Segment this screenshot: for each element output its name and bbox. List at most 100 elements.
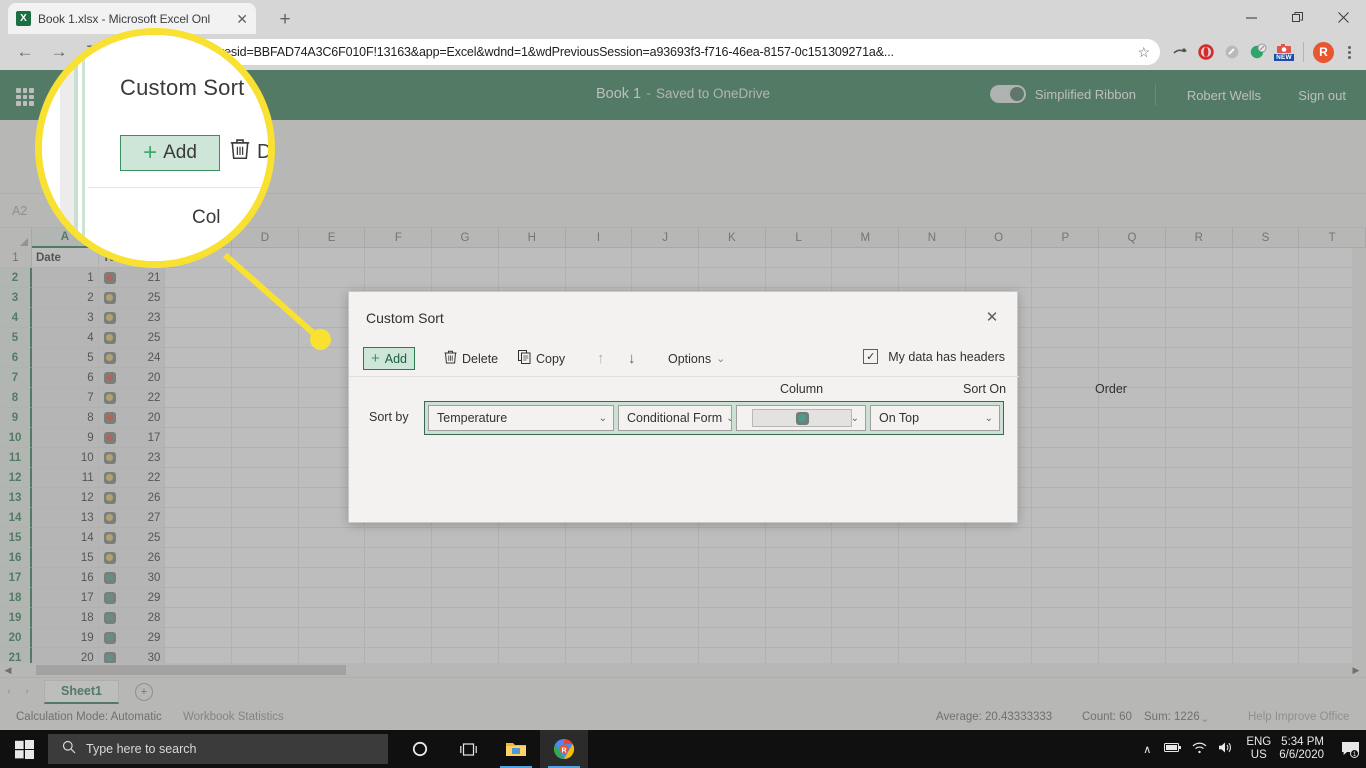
profile-avatar[interactable]: R: [1313, 41, 1334, 63]
cell-Q15[interactable]: [1099, 528, 1166, 548]
cell-C6[interactable]: [165, 348, 233, 368]
cell-D6[interactable]: [232, 348, 299, 368]
cell-Q13[interactable]: [1099, 488, 1166, 508]
back-icon[interactable]: ←: [8, 35, 42, 69]
sort-options-button[interactable]: Options ⌄: [661, 347, 732, 370]
cell-M18[interactable]: [832, 588, 900, 608]
row-header-3[interactable]: 3: [0, 288, 32, 308]
cell-M20[interactable]: [832, 628, 900, 648]
cell-G19[interactable]: [432, 608, 499, 628]
cell-Q12[interactable]: [1099, 468, 1166, 488]
cell-B6[interactable]: 24: [98, 348, 166, 368]
cell-R3[interactable]: [1165, 288, 1233, 308]
minimize-button[interactable]: [1228, 0, 1274, 34]
next-sheet-icon[interactable]: ›: [18, 686, 36, 697]
cell-L21[interactable]: [766, 648, 833, 663]
cell-F17[interactable]: [365, 568, 433, 588]
cell-K19[interactable]: [699, 608, 766, 628]
cell-S2[interactable]: [1232, 268, 1300, 288]
cell-D12[interactable]: [232, 468, 299, 488]
checkbox-box[interactable]: ✓: [863, 349, 879, 364]
vertical-scrollbar[interactable]: [1352, 248, 1366, 663]
cell-O21[interactable]: [966, 648, 1033, 663]
cell-Q4[interactable]: [1099, 308, 1166, 328]
cell-P6[interactable]: [1032, 348, 1100, 368]
cell-E20[interactable]: [298, 628, 366, 648]
cell-K20[interactable]: [699, 628, 766, 648]
cell-C4[interactable]: [165, 308, 233, 328]
cell-Q20[interactable]: [1099, 628, 1166, 648]
cell-R19[interactable]: [1165, 608, 1233, 628]
cell-M2[interactable]: [832, 268, 900, 288]
cell-Q16[interactable]: [1099, 548, 1166, 568]
cell-K16[interactable]: [699, 548, 766, 568]
wifi-icon[interactable]: [1186, 742, 1212, 757]
cell-Q9[interactable]: [1099, 408, 1166, 428]
cell-E1[interactable]: [298, 248, 366, 268]
horizontal-scroll-thumb[interactable]: [36, 665, 346, 675]
row-header-9[interactable]: 9: [0, 408, 32, 428]
cell-N21[interactable]: [899, 648, 966, 663]
cell-J17[interactable]: [632, 568, 699, 588]
cell-R11[interactable]: [1165, 448, 1233, 468]
cell-L1[interactable]: [765, 248, 833, 268]
cell-F20[interactable]: [365, 628, 433, 648]
cell-M16[interactable]: [832, 548, 900, 568]
cell-P19[interactable]: [1032, 608, 1100, 628]
help-improve-office-link[interactable]: Help Improve Office: [1248, 711, 1349, 723]
cell-L2[interactable]: [765, 268, 833, 288]
add-sort-level-button[interactable]: + Add: [363, 347, 416, 370]
cell-C21[interactable]: [165, 648, 233, 663]
scroll-left-arrow[interactable]: ◀: [0, 665, 16, 676]
cell-R14[interactable]: [1165, 508, 1233, 528]
cell-S18[interactable]: [1232, 588, 1300, 608]
cell-F2[interactable]: [365, 268, 433, 288]
cell-J19[interactable]: [632, 608, 699, 628]
cell-A8[interactable]: 7: [32, 388, 99, 408]
cell-J21[interactable]: [632, 648, 699, 663]
cell-S15[interactable]: [1232, 528, 1300, 548]
select-all-corner[interactable]: [0, 228, 32, 248]
cell-M17[interactable]: [832, 568, 900, 588]
cell-S21[interactable]: [1233, 648, 1300, 663]
cell-P13[interactable]: [1032, 488, 1100, 508]
cell-B21[interactable]: 30: [98, 648, 166, 663]
row-header-5[interactable]: 5: [0, 328, 32, 348]
row-header-18[interactable]: 18: [0, 588, 32, 608]
cell-C11[interactable]: [165, 448, 233, 468]
cell-B14[interactable]: 27: [98, 508, 166, 528]
cell-B8[interactable]: 22: [98, 388, 166, 408]
cell-O1[interactable]: [965, 248, 1033, 268]
extension-icon-1[interactable]: [1168, 40, 1192, 64]
cell-A20[interactable]: 19: [32, 628, 99, 648]
cell-A17[interactable]: 16: [32, 568, 99, 588]
row-header-17[interactable]: 17: [0, 568, 32, 588]
cell-O15[interactable]: [965, 528, 1033, 548]
cell-R7[interactable]: [1165, 368, 1233, 388]
battery-icon[interactable]: [1160, 742, 1186, 756]
cell-D21[interactable]: [232, 648, 299, 663]
add-sheet-button[interactable]: +: [135, 682, 153, 701]
cell-O18[interactable]: [965, 588, 1033, 608]
cell-Q21[interactable]: [1099, 648, 1166, 663]
cell-F15[interactable]: [365, 528, 433, 548]
cell-A6[interactable]: 5: [32, 348, 99, 368]
cell-J16[interactable]: [632, 548, 699, 568]
cell-R5[interactable]: [1165, 328, 1233, 348]
cell-B11[interactable]: 23: [98, 448, 166, 468]
cell-C16[interactable]: [165, 548, 233, 568]
cell-D13[interactable]: [232, 488, 299, 508]
taskbar-search-box[interactable]: Type here to search: [48, 734, 388, 764]
row-header-21[interactable]: 21: [0, 648, 32, 663]
cell-I21[interactable]: [566, 648, 633, 663]
scroll-right-arrow[interactable]: ▶: [1348, 665, 1364, 676]
cell-D16[interactable]: [232, 548, 299, 568]
cell-A18[interactable]: 17: [32, 588, 99, 608]
new-tab-button[interactable]: +: [272, 7, 298, 33]
close-window-button[interactable]: [1320, 0, 1366, 34]
cell-I17[interactable]: [565, 568, 633, 588]
cell-L17[interactable]: [765, 568, 833, 588]
cell-R1[interactable]: [1165, 248, 1233, 268]
cell-D19[interactable]: [232, 608, 299, 628]
cell-Q18[interactable]: [1099, 588, 1166, 608]
